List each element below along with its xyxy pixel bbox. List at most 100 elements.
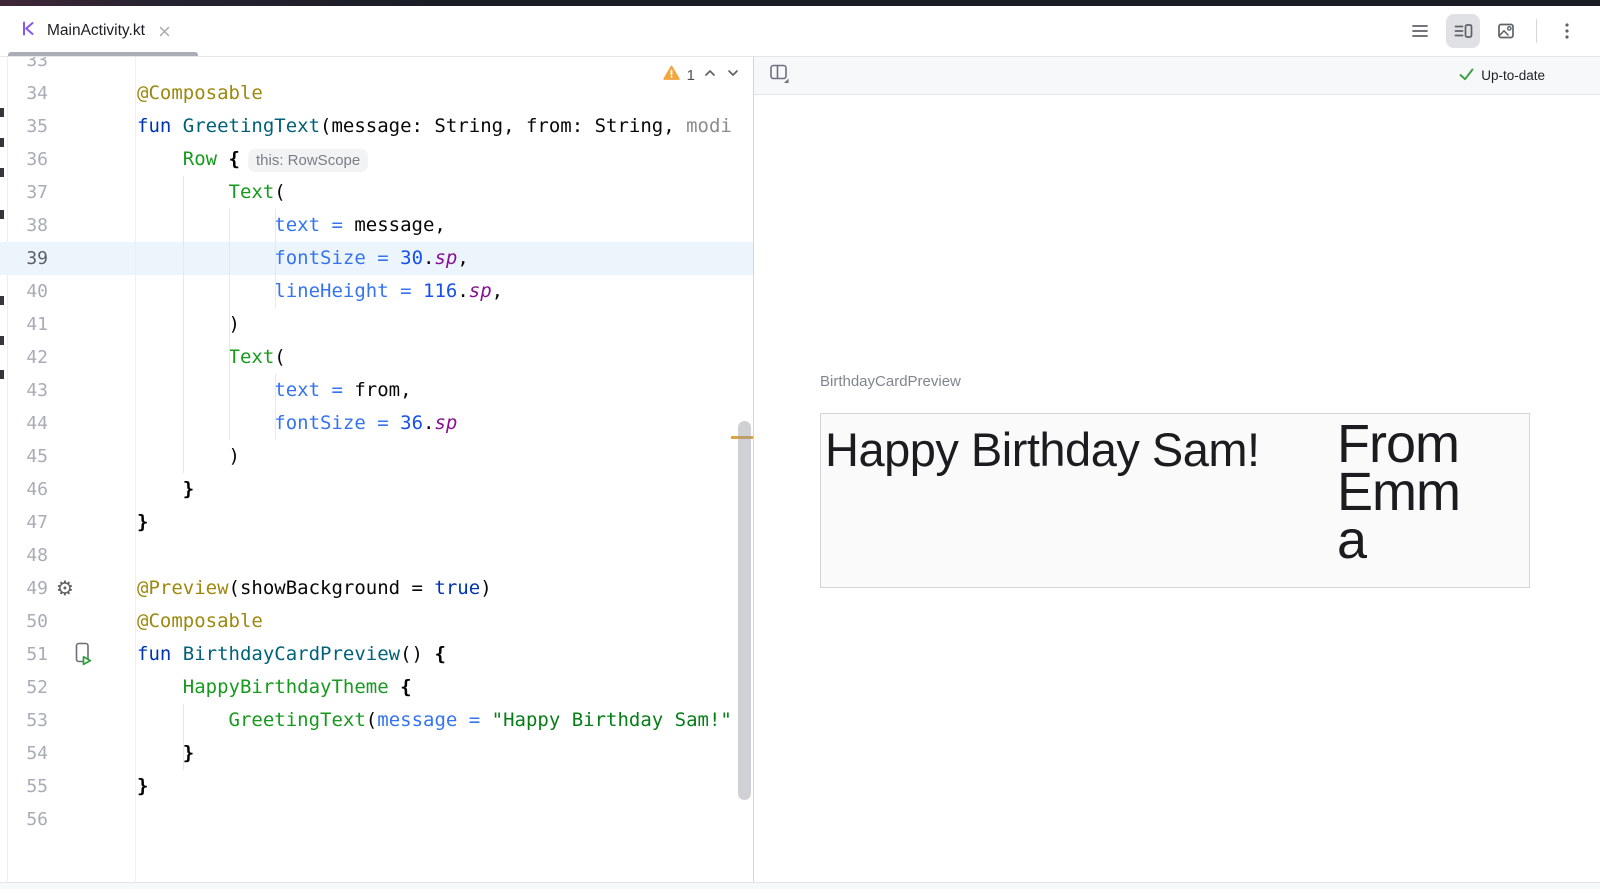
code-line[interactable]: 45 ) [0, 440, 753, 473]
code-token [389, 676, 400, 698]
code-token: sp [434, 412, 457, 434]
code-line[interactable]: 55} [0, 770, 753, 803]
preview-render-card[interactable]: Happy Birthday Sam! From Emm a [820, 413, 1530, 588]
code-line[interactable]: 43 text = from, [0, 374, 753, 407]
line-number: 33 [0, 57, 48, 77]
code-line[interactable]: 37 Text( [0, 176, 753, 209]
close-tab-icon[interactable] [159, 26, 170, 37]
line-number: 47 [0, 506, 48, 539]
greeting-message-text: Happy Birthday Sam! [825, 422, 1260, 478]
code-line[interactable]: 34@Composable [0, 77, 753, 110]
split-view-button[interactable] [1446, 14, 1480, 48]
code-line[interactable]: 50 @Composable [0, 605, 753, 638]
line-number: 52 [0, 671, 48, 704]
gutter-icon-area [48, 341, 135, 374]
code-token: fun [137, 643, 183, 665]
gutter-icon-area [48, 737, 135, 770]
code-token: message = [377, 709, 491, 731]
editor-tab-bar: MainActivity.kt [0, 6, 1600, 57]
code-text: } [135, 473, 753, 506]
active-tab-indicator [8, 52, 198, 56]
code-token: true [434, 577, 480, 599]
gutter-icon-area [48, 440, 135, 473]
code-token [137, 379, 274, 401]
code-line[interactable]: 38 text = message, [0, 209, 753, 242]
code-token: BirthdayCardPreview [183, 643, 400, 665]
line-number: 39 [0, 242, 48, 275]
code-line[interactable]: 36 Row {this: RowScope [0, 143, 753, 176]
gutter-icon-area [48, 704, 135, 737]
code-token [137, 742, 183, 764]
gutter-icon-area [48, 242, 135, 275]
code-token: Text [229, 181, 275, 203]
next-warning-icon[interactable] [725, 65, 741, 85]
code-text: text = from, [135, 374, 753, 407]
layout-options-icon[interactable] [767, 61, 792, 91]
code-line[interactable]: 33 [0, 57, 753, 77]
kotlin-file-icon [20, 20, 37, 42]
kebab-menu-icon[interactable] [1550, 14, 1584, 48]
design-view-button[interactable] [1489, 14, 1523, 48]
code-line[interactable]: 41 ) [0, 308, 753, 341]
line-number: 53 [0, 704, 48, 737]
code-token: Text [229, 346, 275, 368]
code-token: , [457, 247, 468, 269]
preview-name-label[interactable]: BirthdayCardPreview [820, 373, 961, 390]
code-line[interactable]: 39 fontSize = 30.sp, [0, 242, 753, 275]
prev-warning-icon[interactable] [702, 65, 718, 85]
code-token [137, 148, 183, 170]
gutter-icon-area [48, 110, 135, 143]
code-line[interactable]: 52 HappyBirthdayTheme { [0, 671, 753, 704]
code-line[interactable]: 42 Text( [0, 341, 753, 374]
code-text: lineHeight = 116.sp, [135, 275, 753, 308]
code-line[interactable]: 48 [0, 539, 753, 572]
code-line[interactable]: 47} [0, 506, 753, 539]
code-text: Text( [135, 176, 753, 209]
code-line[interactable]: 46 } [0, 473, 753, 506]
code-text: HappyBirthdayTheme { [135, 671, 753, 704]
code-text: fun GreetingText(message: String, from: … [135, 110, 753, 143]
code-token: message, [354, 214, 446, 236]
gutter-icon-area [48, 209, 135, 242]
line-number: 55 [0, 770, 48, 803]
preview-settings-gear-icon[interactable]: ⚙ [56, 572, 74, 605]
preview-status: Up-to-date [1458, 67, 1545, 85]
gutter-icon-area [48, 308, 135, 341]
editor-scrollbar[interactable] [738, 421, 751, 800]
code-line[interactable]: 40 lineHeight = 116.sp, [0, 275, 753, 308]
gutter-icon-area [48, 407, 135, 440]
code-token: } [183, 478, 194, 500]
line-number: 34 [0, 77, 48, 110]
code-text: ) [135, 308, 753, 341]
code-text: } [135, 737, 753, 770]
code-line[interactable]: 44 fontSize = 36.sp [0, 407, 753, 440]
code-line[interactable]: 51fun BirthdayCardPreview() { [0, 638, 753, 671]
code-token: } [183, 742, 194, 764]
code-token: { [434, 643, 445, 665]
code-line[interactable]: 49⚙@Preview(showBackground = true) [0, 572, 753, 605]
gutter-icon-area [48, 143, 135, 176]
code-token: lineHeight = [274, 280, 423, 302]
code-line[interactable]: 54 } [0, 737, 753, 770]
line-number: 45 [0, 440, 48, 473]
gutter-separator [135, 57, 136, 882]
code-token: ( [274, 346, 285, 368]
code-token: } [137, 511, 148, 533]
code-token: fontSize = [274, 412, 400, 434]
main-split: 3334@Composable35fun GreetingText(messag… [0, 57, 1600, 882]
code-view-button[interactable] [1403, 14, 1437, 48]
indent-guide [183, 704, 184, 770]
code-line[interactable]: 53 GreetingText(message = "Happy Birthda… [0, 704, 753, 737]
line-number: 36 [0, 143, 48, 176]
line-number: 50 [0, 605, 48, 638]
line-number: 44 [0, 407, 48, 440]
code-text: Text( [135, 341, 753, 374]
code-editor[interactable]: 3334@Composable35fun GreetingText(messag… [0, 57, 754, 882]
tab-mainactivity[interactable]: MainActivity.kt [0, 6, 184, 56]
gutter-icon-area [48, 506, 135, 539]
code-text: @Composable [135, 605, 753, 638]
code-token: modi [686, 115, 732, 137]
warning-triangle-icon[interactable] [663, 65, 680, 85]
code-line[interactable]: 56 [0, 803, 753, 836]
code-line[interactable]: 35fun GreetingText(message: String, from… [0, 110, 753, 143]
